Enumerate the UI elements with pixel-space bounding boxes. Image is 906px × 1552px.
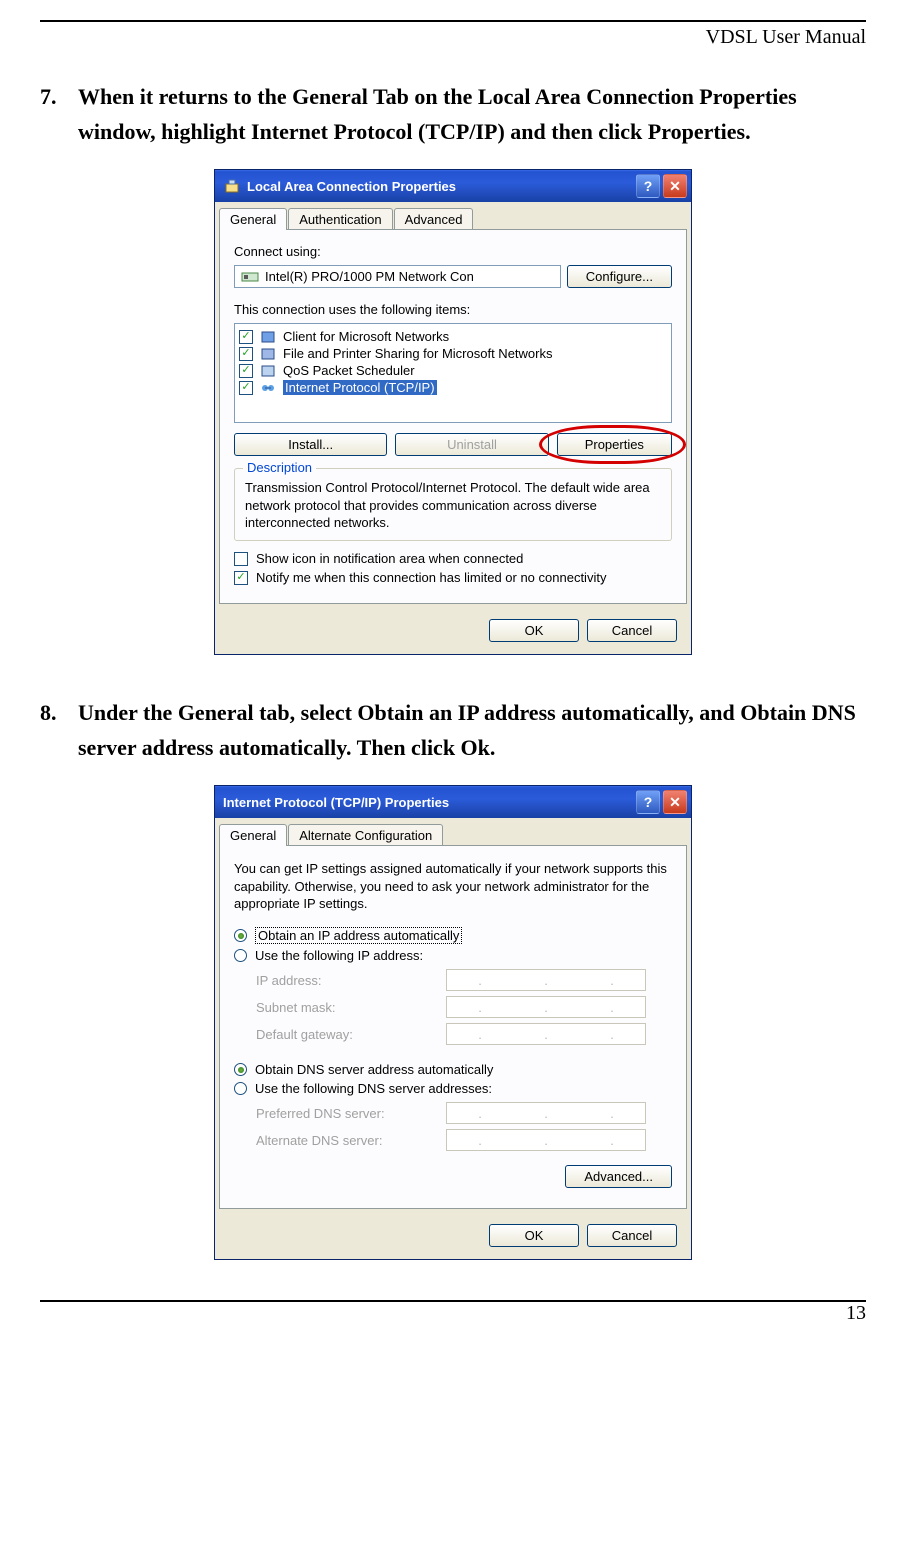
description-title: Description [243,460,316,475]
show-icon-label: Show icon in notification area when conn… [256,551,523,566]
tcpip-title: Internet Protocol (TCP/IP) Properties [223,795,449,810]
properties-button[interactable]: Properties [557,433,672,456]
obtain-dns-label: Obtain DNS server address automatically [255,1062,493,1077]
ip-address-row: IP address: ... [256,969,672,991]
radio-icon[interactable] [234,929,247,942]
lac-titlebar: Local Area Connection Properties ? ✕ [215,170,691,202]
gateway-field: ... [446,1023,646,1045]
step-8-text: Under the General tab, select Obtain an … [78,695,866,765]
obtain-ip-radio[interactable]: Obtain an IP address automatically [234,927,672,944]
page-number: 13 [40,1302,866,1325]
items-label: This connection uses the following items… [234,302,672,317]
checkbox-icon[interactable]: ✓ [239,347,253,361]
tcpip-tabs: General Alternate Configuration [215,818,691,846]
pref-dns-label: Preferred DNS server: [256,1106,446,1121]
pref-dns-row: Preferred DNS server: ... [256,1102,672,1124]
description-group: Description Transmission Control Protoco… [234,468,672,541]
step-7-text: When it returns to the General Tab on th… [78,79,866,149]
tab-general[interactable]: General [219,208,287,230]
list-item-selected[interactable]: ✓ Internet Protocol (TCP/IP) [239,379,667,396]
checkbox-icon[interactable]: ✓ [234,571,248,585]
obtain-ip-label: Obtain an IP address automatically [255,927,462,944]
connection-items-list[interactable]: ✓ Client for Microsoft Networks ✓ File a… [234,323,672,423]
ok-button[interactable]: OK [489,1224,579,1247]
checkbox-icon[interactable]: ✓ [234,552,248,566]
doc-header: VDSL User Manual [40,26,866,49]
tcpip-properties-window: Internet Protocol (TCP/IP) Properties ? … [214,785,692,1260]
step-8: 8. Under the General tab, select Obtain … [40,695,866,765]
subnet-row: Subnet mask: ... [256,996,672,1018]
use-dns-label: Use the following DNS server addresses: [255,1081,492,1096]
item-label: QoS Packet Scheduler [283,363,415,378]
item-label: Client for Microsoft Networks [283,329,449,344]
description-text: Transmission Control Protocol/Internet P… [245,479,661,532]
radio-icon[interactable] [234,949,247,962]
tcpip-titlebar: Internet Protocol (TCP/IP) Properties ? … [215,786,691,818]
client-icon [259,330,277,344]
cancel-button[interactable]: Cancel [587,619,677,642]
close-button[interactable]: ✕ [663,790,687,814]
tab-general[interactable]: General [219,824,287,846]
alt-dns-field: ... [446,1129,646,1151]
checkbox-icon[interactable]: ✓ [239,330,253,344]
lac-title: Local Area Connection Properties [247,179,456,194]
header-rule [40,20,866,22]
install-button[interactable]: Install... [234,433,387,456]
gateway-row: Default gateway: ... [256,1023,672,1045]
close-button[interactable]: ✕ [663,174,687,198]
network-icon [223,177,241,195]
item-label: File and Printer Sharing for Microsoft N… [283,346,552,361]
checkbox-icon[interactable]: ✓ [239,364,253,378]
tab-authentication[interactable]: Authentication [288,208,392,230]
list-item[interactable]: ✓ QoS Packet Scheduler [239,362,667,379]
alt-dns-row: Alternate DNS server: ... [256,1129,672,1151]
help-button[interactable]: ? [636,174,660,198]
tab-advanced[interactable]: Advanced [394,208,474,230]
list-item[interactable]: ✓ Client for Microsoft Networks [239,328,667,345]
adapter-name: Intel(R) PRO/1000 PM Network Con [265,269,474,284]
share-icon [259,347,277,361]
subnet-field: ... [446,996,646,1018]
uninstall-button[interactable]: Uninstall [395,433,548,456]
use-ip-label: Use the following IP address: [255,948,423,963]
configure-button[interactable]: Configure... [567,265,672,288]
lac-tabs: General Authentication Advanced [215,202,691,230]
tcpip-tab-body: You can get IP settings assigned automat… [219,845,687,1209]
obtain-dns-radio[interactable]: Obtain DNS server address automatically [234,1062,672,1077]
adapter-field: Intel(R) PRO/1000 PM Network Con [234,265,561,288]
help-button[interactable]: ? [636,790,660,814]
notify-row[interactable]: ✓ Notify me when this connection has lim… [234,570,672,585]
use-dns-radio[interactable]: Use the following DNS server addresses: [234,1081,672,1096]
step-7-num: 7. [40,79,78,149]
radio-icon[interactable] [234,1063,247,1076]
cancel-button[interactable]: Cancel [587,1224,677,1247]
tab-alternate[interactable]: Alternate Configuration [288,824,443,846]
gateway-label: Default gateway: [256,1027,446,1042]
alt-dns-label: Alternate DNS server: [256,1133,446,1148]
list-item[interactable]: ✓ File and Printer Sharing for Microsoft… [239,345,667,362]
checkbox-icon[interactable]: ✓ [239,381,253,395]
item-label: Internet Protocol (TCP/IP) [283,380,437,395]
show-icon-row[interactable]: ✓ Show icon in notification area when co… [234,551,672,566]
notify-label: Notify me when this connection has limit… [256,570,606,585]
radio-icon[interactable] [234,1082,247,1095]
lac-tab-body: Connect using: Intel(R) PRO/1000 PM Netw… [219,229,687,604]
ok-button[interactable]: OK [489,619,579,642]
tcpip-icon [259,381,277,395]
lac-properties-window: Local Area Connection Properties ? ✕ Gen… [214,169,692,655]
subnet-label: Subnet mask: [256,1000,446,1015]
pref-dns-field: ... [446,1102,646,1124]
tcpip-intro: You can get IP settings assigned automat… [234,860,672,913]
advanced-button[interactable]: Advanced... [565,1165,672,1188]
nic-icon [241,270,259,284]
step-8-num: 8. [40,695,78,765]
qos-icon [259,364,277,378]
use-ip-radio[interactable]: Use the following IP address: [234,948,672,963]
step-7: 7. When it returns to the General Tab on… [40,79,866,149]
ip-label: IP address: [256,973,446,988]
connect-using-label: Connect using: [234,244,672,259]
ip-field: ... [446,969,646,991]
